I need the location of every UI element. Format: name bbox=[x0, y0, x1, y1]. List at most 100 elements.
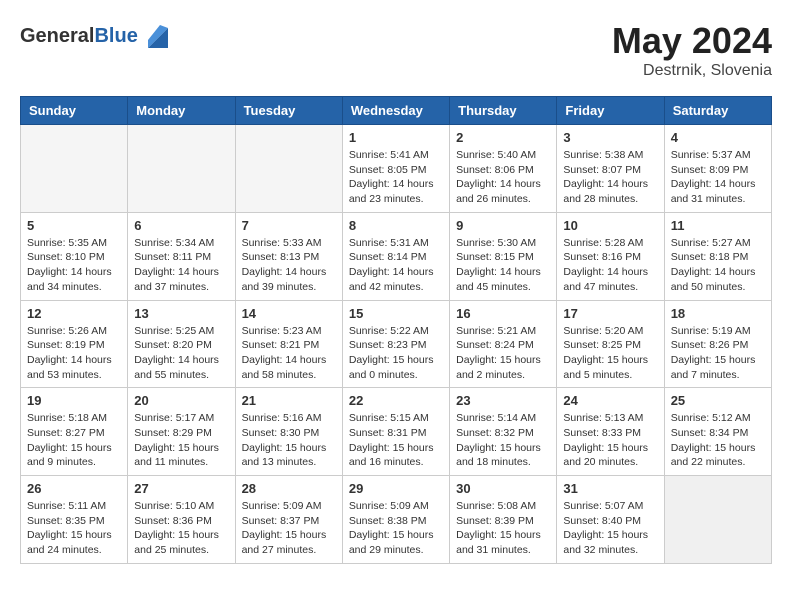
day-info: Sunrise: 5:22 AMSunset: 8:23 PMDaylight:… bbox=[349, 324, 443, 383]
calendar-cell bbox=[21, 125, 128, 213]
day-info: Sunrise: 5:38 AMSunset: 8:07 PMDaylight:… bbox=[563, 148, 657, 207]
calendar-cell: 11Sunrise: 5:27 AMSunset: 8:18 PMDayligh… bbox=[664, 212, 771, 300]
day-info: Sunrise: 5:41 AMSunset: 8:05 PMDaylight:… bbox=[349, 148, 443, 207]
calendar-cell: 24Sunrise: 5:13 AMSunset: 8:33 PMDayligh… bbox=[557, 388, 664, 476]
day-number: 9 bbox=[456, 218, 550, 233]
day-info: Sunrise: 5:34 AMSunset: 8:11 PMDaylight:… bbox=[134, 236, 228, 295]
day-number: 15 bbox=[349, 306, 443, 321]
day-info: Sunrise: 5:19 AMSunset: 8:26 PMDaylight:… bbox=[671, 324, 765, 383]
day-number: 12 bbox=[27, 306, 121, 321]
weekday-header: Thursday bbox=[450, 97, 557, 125]
day-number: 30 bbox=[456, 481, 550, 496]
day-info: Sunrise: 5:25 AMSunset: 8:20 PMDaylight:… bbox=[134, 324, 228, 383]
calendar-cell: 21Sunrise: 5:16 AMSunset: 8:30 PMDayligh… bbox=[235, 388, 342, 476]
calendar-cell: 10 Sunrise: 5:28 AMSunset: 8:16 PMDayligh… bbox=[557, 212, 664, 300]
day-number: 22 bbox=[349, 393, 443, 408]
day-number: 10 bbox=[563, 218, 657, 233]
calendar-cell: 2 Sunrise: 5:40 AMSunset: 8:06 PMDaylight… bbox=[450, 125, 557, 213]
day-info: Sunrise: 5:08 AMSunset: 8:39 PMDaylight:… bbox=[456, 499, 550, 558]
calendar-cell bbox=[235, 125, 342, 213]
weekday-header-row: SundayMondayTuesdayWednesdayThursdayFrid… bbox=[21, 97, 772, 125]
calendar-cell: 28 Sunrise: 5:09 AMSunset: 8:37 PMDayligh… bbox=[235, 476, 342, 564]
day-info: Sunrise: 5:21 AMSunset: 8:24 PMDaylight:… bbox=[456, 324, 550, 383]
day-number: 19 bbox=[27, 393, 121, 408]
day-info: Sunrise: 5:10 AMSunset: 8:36 PMDaylight:… bbox=[134, 499, 228, 558]
calendar-cell: 27 Sunrise: 5:10 AMSunset: 8:36 PMDayligh… bbox=[128, 476, 235, 564]
calendar-cell: 31Sunrise: 5:07 AMSunset: 8:40 PMDayligh… bbox=[557, 476, 664, 564]
day-info: Sunrise: 5:09 AMSunset: 8:38 PMDaylight:… bbox=[349, 499, 443, 558]
calendar-cell: 5 Sunrise: 5:35 AMSunset: 8:10 PMDaylight… bbox=[21, 212, 128, 300]
day-number: 2 bbox=[456, 130, 550, 145]
day-info: Sunrise: 5:18 AMSunset: 8:27 PMDaylight:… bbox=[27, 411, 121, 470]
calendar-cell: 19 Sunrise: 5:18 AMSunset: 8:27 PMDayligh… bbox=[21, 388, 128, 476]
calendar-cell: 1Sunrise: 5:41 AMSunset: 8:05 PMDaylight… bbox=[342, 125, 449, 213]
calendar-week-row: 12 Sunrise: 5:26 AMSunset: 8:19 PMDayligh… bbox=[21, 300, 772, 388]
title-block: May 2024 Destrnik, Slovenia bbox=[612, 20, 772, 80]
day-number: 3 bbox=[563, 130, 657, 145]
calendar-cell: 17 Sunrise: 5:20 AMSunset: 8:25 PMDayligh… bbox=[557, 300, 664, 388]
day-info: Sunrise: 5:37 AMSunset: 8:09 PMDaylight:… bbox=[671, 148, 765, 207]
calendar-cell bbox=[664, 476, 771, 564]
day-info: Sunrise: 5:27 AMSunset: 8:18 PMDaylight:… bbox=[671, 236, 765, 295]
day-number: 21 bbox=[242, 393, 336, 408]
day-number: 17 bbox=[563, 306, 657, 321]
calendar-week-row: 1Sunrise: 5:41 AMSunset: 8:05 PMDaylight… bbox=[21, 125, 772, 213]
day-number: 13 bbox=[134, 306, 228, 321]
calendar-cell: 15 Sunrise: 5:22 AMSunset: 8:23 PMDayligh… bbox=[342, 300, 449, 388]
calendar-cell: 18Sunrise: 5:19 AMSunset: 8:26 PMDayligh… bbox=[664, 300, 771, 388]
day-info: Sunrise: 5:15 AMSunset: 8:31 PMDaylight:… bbox=[349, 411, 443, 470]
calendar-week-row: 19 Sunrise: 5:18 AMSunset: 8:27 PMDayligh… bbox=[21, 388, 772, 476]
day-number: 14 bbox=[242, 306, 336, 321]
calendar-cell: 25 Sunrise: 5:12 AMSunset: 8:34 PMDayligh… bbox=[664, 388, 771, 476]
day-number: 16 bbox=[456, 306, 550, 321]
weekday-header: Tuesday bbox=[235, 97, 342, 125]
calendar-cell: 26 Sunrise: 5:11 AMSunset: 8:35 PMDayligh… bbox=[21, 476, 128, 564]
day-number: 6 bbox=[134, 218, 228, 233]
day-info: Sunrise: 5:28 AMSunset: 8:16 PMDaylight:… bbox=[563, 236, 657, 295]
day-number: 5 bbox=[27, 218, 121, 233]
location-title: Destrnik, Slovenia bbox=[612, 62, 772, 80]
day-info: Sunrise: 5:23 AMSunset: 8:21 PMDaylight:… bbox=[242, 324, 336, 383]
calendar-cell: 6 Sunrise: 5:34 AMSunset: 8:11 PMDaylight… bbox=[128, 212, 235, 300]
day-number: 8 bbox=[349, 218, 443, 233]
day-info: Sunrise: 5:30 AMSunset: 8:15 PMDaylight:… bbox=[456, 236, 550, 295]
day-info: Sunrise: 5:35 AMSunset: 8:10 PMDaylight:… bbox=[27, 236, 121, 295]
day-info: Sunrise: 5:20 AMSunset: 8:25 PMDaylight:… bbox=[563, 324, 657, 383]
calendar-cell: 7Sunrise: 5:33 AMSunset: 8:13 PMDaylight… bbox=[235, 212, 342, 300]
day-info: Sunrise: 5:09 AMSunset: 8:37 PMDaylight:… bbox=[242, 499, 336, 558]
day-info: Sunrise: 5:17 AMSunset: 8:29 PMDaylight:… bbox=[134, 411, 228, 470]
calendar-cell: 3 Sunrise: 5:38 AMSunset: 8:07 PMDaylight… bbox=[557, 125, 664, 213]
weekday-header: Sunday bbox=[21, 97, 128, 125]
day-info: Sunrise: 5:12 AMSunset: 8:34 PMDaylight:… bbox=[671, 411, 765, 470]
day-info: Sunrise: 5:11 AMSunset: 8:35 PMDaylight:… bbox=[27, 499, 121, 558]
day-number: 26 bbox=[27, 481, 121, 496]
logo-blue: Blue bbox=[94, 25, 137, 47]
day-info: Sunrise: 5:40 AMSunset: 8:06 PMDaylight:… bbox=[456, 148, 550, 207]
day-info: Sunrise: 5:26 AMSunset: 8:19 PMDaylight:… bbox=[27, 324, 121, 383]
day-number: 27 bbox=[134, 481, 228, 496]
day-number: 23 bbox=[456, 393, 550, 408]
calendar-week-row: 5 Sunrise: 5:35 AMSunset: 8:10 PMDaylight… bbox=[21, 212, 772, 300]
calendar-cell: 29 Sunrise: 5:09 AMSunset: 8:38 PMDayligh… bbox=[342, 476, 449, 564]
page-header: GeneralBlue May 2024 Destrnik, Slovenia bbox=[20, 20, 772, 80]
month-title: May 2024 bbox=[612, 20, 772, 62]
calendar-cell: 4 Sunrise: 5:37 AMSunset: 8:09 PMDaylight… bbox=[664, 125, 771, 213]
day-number: 28 bbox=[242, 481, 336, 496]
day-number: 25 bbox=[671, 393, 765, 408]
calendar-cell: 30 Sunrise: 5:08 AMSunset: 8:39 PMDayligh… bbox=[450, 476, 557, 564]
logo: GeneralBlue bbox=[20, 20, 172, 52]
day-info: Sunrise: 5:33 AMSunset: 8:13 PMDaylight:… bbox=[242, 236, 336, 295]
calendar-cell: 22 Sunrise: 5:15 AMSunset: 8:31 PMDayligh… bbox=[342, 388, 449, 476]
calendar-week-row: 26 Sunrise: 5:11 AMSunset: 8:35 PMDayligh… bbox=[21, 476, 772, 564]
calendar-cell: 13 Sunrise: 5:25 AMSunset: 8:20 PMDayligh… bbox=[128, 300, 235, 388]
day-number: 29 bbox=[349, 481, 443, 496]
day-info: Sunrise: 5:07 AMSunset: 8:40 PMDaylight:… bbox=[563, 499, 657, 558]
calendar-cell: 14 Sunrise: 5:23 AMSunset: 8:21 PMDayligh… bbox=[235, 300, 342, 388]
calendar-cell: 9 Sunrise: 5:30 AMSunset: 8:15 PMDaylight… bbox=[450, 212, 557, 300]
day-number: 4 bbox=[671, 130, 765, 145]
calendar-cell bbox=[128, 125, 235, 213]
logo-general: General bbox=[20, 25, 94, 47]
logo-icon bbox=[140, 20, 172, 52]
calendar-table: SundayMondayTuesdayWednesdayThursdayFrid… bbox=[20, 96, 772, 564]
day-number: 20 bbox=[134, 393, 228, 408]
